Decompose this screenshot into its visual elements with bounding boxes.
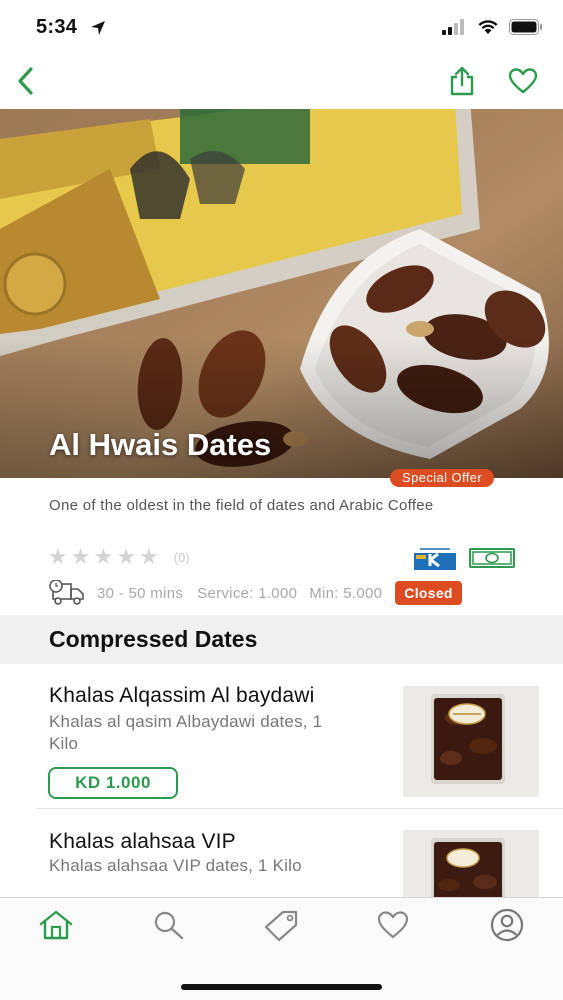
- cellular-signal-icon: [442, 19, 464, 35]
- status-indicators: [441, 19, 543, 35]
- delivery-info: 30 - 50 mins Service: 1.000 Min: 5.000 C…: [48, 580, 462, 606]
- back-button[interactable]: [10, 64, 40, 98]
- item-description: Khalas al qasim Albaydawi dates, 1 Kilo: [49, 712, 323, 753]
- profile-icon: [490, 908, 524, 942]
- star-icon: ★: [93, 544, 114, 569]
- store-description: One of the oldest in the field of dates …: [49, 497, 434, 514]
- home-indicator: [181, 984, 382, 990]
- item-name: Khalas Alqassim Al baydawi: [49, 684, 315, 707]
- wifi-icon: [478, 20, 498, 34]
- nav-bar: [0, 54, 563, 109]
- delivery-truck-icon: [49, 580, 84, 605]
- divider: [36, 808, 563, 809]
- heart-icon: [508, 68, 538, 94]
- star-icon: ★: [138, 544, 159, 569]
- tab-favorites[interactable]: [373, 908, 413, 942]
- rating-count: (0): [173, 549, 190, 565]
- share-icon: [450, 66, 474, 96]
- item-image: [403, 830, 539, 897]
- item-name: Khalas alahsaa VIP: [49, 830, 236, 853]
- menu-item[interactable]: Khalas Alqassim Al baydawi Khalas al qas…: [0, 664, 563, 810]
- search-icon: [154, 911, 184, 940]
- store-hero-image: Al Hwais Dates: [0, 109, 563, 478]
- share-button[interactable]: [446, 64, 478, 98]
- status-time: 5:34: [36, 16, 78, 38]
- location-arrow-icon: [91, 21, 105, 35]
- home-icon: [39, 910, 73, 940]
- delivery-time: 30 - 50 mins: [97, 584, 184, 602]
- menu-item[interactable]: Khalas alahsaa VIP Khalas alahsaa VIP da…: [0, 810, 563, 897]
- battery-icon: [509, 19, 542, 35]
- heart-icon: [377, 911, 409, 939]
- chevron-left-icon: [18, 67, 33, 95]
- dates-package-photo: [403, 830, 539, 897]
- item-price-button[interactable]: KD 1.000: [48, 767, 178, 799]
- store-name: Al Hwais Dates: [49, 427, 272, 462]
- category-title: Compressed Dates: [49, 626, 258, 652]
- favorite-button[interactable]: [506, 64, 540, 98]
- tab-home[interactable]: [36, 908, 76, 942]
- star-icon: ★: [70, 544, 91, 569]
- service-fee: Service: 1.000: [197, 584, 298, 602]
- minimum-order: Min: 5.000: [309, 584, 383, 602]
- special-offer-badge: Special Offer: [390, 469, 495, 487]
- item-description: Khalas alahsaa VIP dates, 1 Kilo: [49, 856, 302, 875]
- tab-profile[interactable]: [487, 908, 527, 942]
- star-icon: ★: [48, 544, 68, 569]
- tag-icon: [264, 910, 298, 941]
- tab-search[interactable]: [149, 908, 189, 942]
- star-icon: ★: [116, 544, 136, 569]
- store-status-badge: Closed: [395, 581, 462, 605]
- dates-package-photo: [403, 686, 539, 797]
- tab-offers[interactable]: [261, 908, 301, 942]
- category-header: Compressed Dates: [0, 615, 563, 664]
- item-image: [403, 686, 539, 797]
- status-bar: 5:34: [0, 0, 563, 54]
- cash-payment-icon: [469, 548, 515, 568]
- rating-stars: ★ ★ ★ ★ ★ (0): [48, 546, 190, 568]
- knet-payment-icon: [414, 546, 456, 570]
